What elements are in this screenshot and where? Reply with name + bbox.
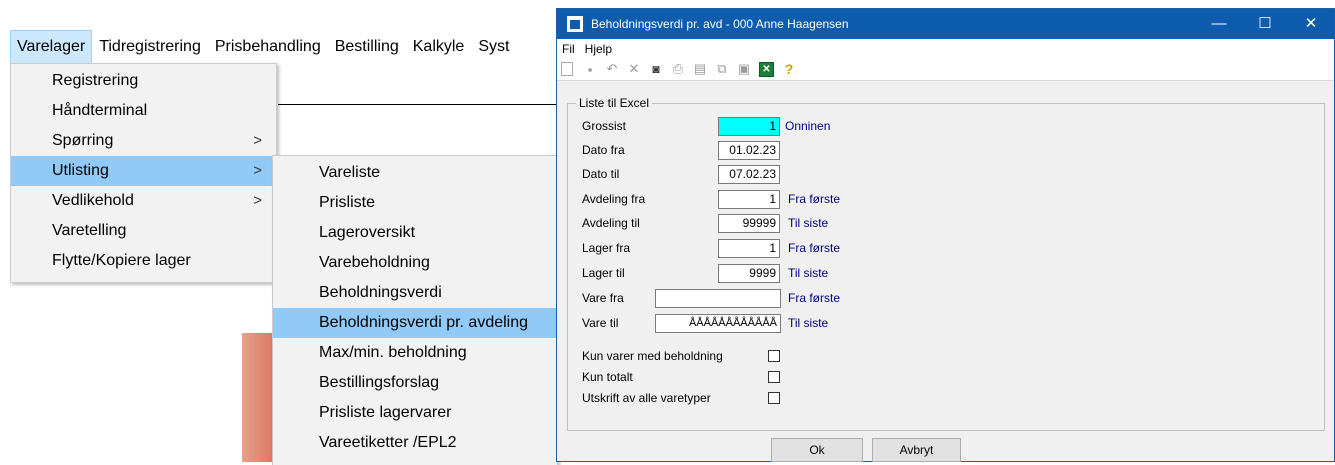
grossist-label: Grossist [582, 119, 627, 133]
excel-icon[interactable]: ✕ [759, 61, 774, 77]
kun-totalt-checkbox[interactable] [768, 371, 780, 383]
varelager-dropdown: Registrering Håndterminal Spørring > Utli… [10, 63, 277, 283]
menu-item-label: Spørring [52, 132, 114, 149]
kun-beholdning-label: Kun varer med beholdning [582, 349, 723, 363]
dialog-menubar: Fil Hjelp [557, 39, 1334, 58]
avdeling-fra-label: Avdeling fra [582, 192, 646, 206]
lager-til-label: Lager til [582, 266, 625, 280]
kun-totalt-label: Kun totalt [582, 370, 633, 384]
lager-til-hint: Til siste [788, 266, 829, 280]
submenu-item-prisliste-lagervarer[interactable]: Prisliste lagervarer [273, 398, 557, 428]
lager-fra-hint: Fra første [788, 241, 841, 255]
menu-bestilling[interactable]: Bestilling [328, 30, 406, 64]
dato-til-label: Dato til [582, 167, 620, 181]
lager-fra-input[interactable]: 1 [718, 239, 780, 258]
app-window-icon [567, 16, 583, 32]
menu-item-label: Registrering [52, 72, 139, 89]
menu-item-flytte-kopiere[interactable]: Flytte/Kopiere lager [11, 246, 276, 276]
submenu-item-prisliste[interactable]: Prisliste [273, 188, 557, 218]
submenu-arrow-icon: > [253, 192, 262, 209]
dialog-titlebar[interactable]: Beholdningsverdi pr. avd - 000 Anne Haag… [557, 9, 1334, 39]
avdeling-fra-input[interactable]: 1 [718, 190, 780, 209]
group-title: Liste til Excel [576, 96, 653, 110]
preview-icon[interactable]: ▤ [693, 61, 707, 76]
ok-button[interactable]: Ok [771, 438, 863, 462]
menu-item-label: Håndterminal [52, 102, 148, 119]
menu-hjelp[interactable]: Hjelp [580, 42, 617, 56]
close-icon[interactable]: ✕ [1288, 9, 1334, 39]
avdeling-til-input[interactable]: 99999 [718, 214, 780, 233]
menu-item-sporring[interactable]: Spørring > [11, 126, 276, 156]
submenu-item-vareliste[interactable]: Vareliste [273, 158, 557, 188]
copy-icon[interactable]: ⧉ [715, 61, 729, 76]
submenu-arrow-icon: > [253, 162, 262, 179]
cancel-button[interactable]: Avbryt [872, 438, 961, 462]
app-menubar: Varelager Tidregistrering Prisbehandling… [0, 30, 556, 64]
background-graphic [242, 333, 272, 462]
vare-til-hint: Til siste [788, 316, 829, 330]
submenu-arrow-icon: > [253, 132, 262, 149]
undo-icon[interactable]: ↶ [605, 61, 619, 76]
alle-varetyper-checkbox[interactable] [768, 392, 780, 404]
minimize-icon[interactable]: — [1196, 9, 1242, 39]
menu-item-label: Flytte/Kopiere lager [52, 252, 191, 269]
delete-icon[interactable]: ✕ [627, 61, 641, 76]
maximize-icon[interactable]: ☐ [1242, 9, 1288, 39]
menu-item-label: Utlisting [52, 162, 109, 179]
menu-kalkyle[interactable]: Kalkyle [406, 30, 472, 64]
vare-fra-input[interactable] [655, 289, 781, 308]
menu-item-handterminal[interactable]: Håndterminal [11, 96, 276, 126]
vare-fra-hint: Fra første [788, 291, 841, 305]
dato-fra-label: Dato fra [582, 143, 625, 157]
print-icon[interactable]: ⎙ [671, 61, 685, 76]
menu-item-registrering[interactable]: Registrering [11, 66, 276, 96]
help-icon[interactable]: ? [782, 61, 796, 77]
menu-system[interactable]: Syst [471, 30, 516, 64]
save-icon[interactable]: ▪ [583, 62, 597, 77]
submenu-item-beholdningsverdi-avdeling[interactable]: Beholdningsverdi pr. avdeling [273, 308, 557, 338]
submenu-item-varebeholdning[interactable]: Varebeholdning [273, 248, 557, 278]
avdeling-til-hint: Til siste [788, 216, 829, 230]
dato-til-input[interactable]: 07.02.23 [718, 165, 780, 184]
grossist-input[interactable]: 1 [718, 117, 780, 136]
vare-til-input[interactable]: ÅÅÅÅÅÅÅÅÅÅÅÅ [655, 314, 781, 333]
lager-til-input[interactable]: 9999 [718, 264, 780, 283]
background-divider [278, 104, 556, 105]
binoculars-icon[interactable]: ◙ [649, 62, 663, 76]
menu-item-varetelling[interactable]: Varetelling [11, 216, 276, 246]
avdeling-fra-hint: Fra første [788, 192, 841, 206]
menu-item-vedlikehold[interactable]: Vedlikehold > [11, 186, 276, 216]
excel-list-group: Liste til Excel Grossist 1 Onninen Dato … [567, 96, 1325, 431]
dialog-title: Beholdningsverdi pr. avd - 000 Anne Haag… [591, 17, 849, 31]
grossist-name: Onninen [785, 119, 831, 133]
vare-til-label: Vare til [582, 316, 619, 330]
submenu-item-beholdningsverdi[interactable]: Beholdningsverdi [273, 278, 557, 308]
menu-tidregistrering[interactable]: Tidregistrering [92, 30, 208, 64]
vare-fra-label: Vare fra [582, 291, 624, 305]
report-dialog: Beholdningsverdi pr. avd - 000 Anne Haag… [556, 8, 1335, 462]
submenu-item-vareetiketter[interactable]: Vareetiketter /EPL2 [273, 428, 557, 458]
word-icon[interactable]: ▣ [737, 61, 751, 76]
dialog-toolbar: ▪ ↶ ✕ ◙ ⎙ ▤ ⧉ ▣ ✕ ? [557, 58, 1334, 81]
lager-fra-label: Lager fra [582, 241, 631, 255]
menu-fil[interactable]: Fil [557, 42, 580, 56]
alle-varetyper-label: Utskrift av alle varetyper [582, 391, 711, 405]
new-document-icon[interactable] [561, 62, 573, 76]
menu-item-utlisting[interactable]: Utlisting > [11, 156, 276, 186]
submenu-item-bestillingsforslag[interactable]: Bestillingsforslag [273, 368, 557, 398]
submenu-item-lageroversikt[interactable]: Lageroversikt [273, 218, 557, 248]
avdeling-til-label: Avdeling til [582, 216, 640, 230]
utlisting-submenu: Vareliste Prisliste Lageroversikt Varebe… [272, 155, 558, 465]
menu-varelager[interactable]: Varelager [10, 30, 93, 64]
kun-beholdning-checkbox[interactable] [768, 350, 780, 362]
dato-fra-input[interactable]: 01.02.23 [718, 141, 780, 160]
menu-item-label: Vedlikehold [52, 192, 134, 209]
menu-prisbehandling[interactable]: Prisbehandling [208, 30, 328, 64]
submenu-item-max-min[interactable]: Max/min. beholdning [273, 338, 557, 368]
menu-item-label: Varetelling [52, 222, 127, 239]
